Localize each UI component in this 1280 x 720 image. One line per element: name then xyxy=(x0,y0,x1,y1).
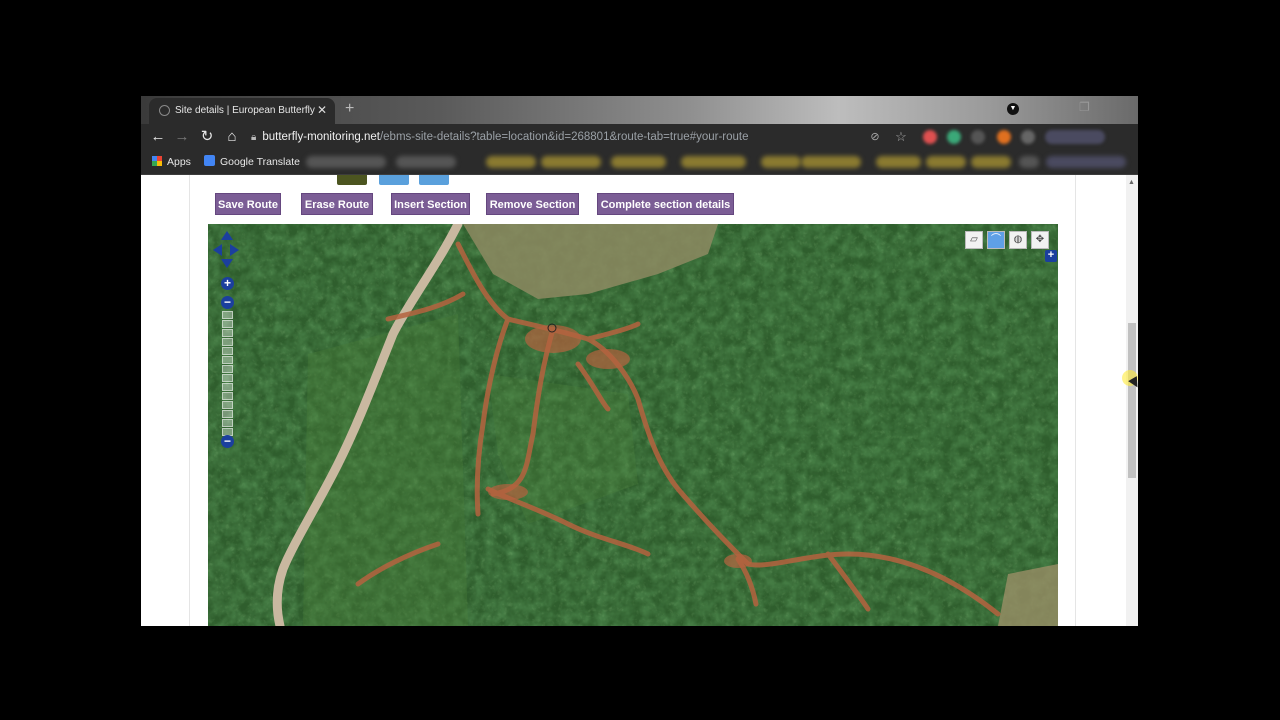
zoom-level[interactable] xyxy=(222,374,233,382)
complete-section-details-button[interactable]: Complete section details xyxy=(597,193,734,215)
zoom-level[interactable] xyxy=(222,401,233,409)
scrolled-control[interactable] xyxy=(379,175,409,185)
back-icon[interactable]: ← xyxy=(148,127,168,147)
bookmark-label: Google Translate xyxy=(220,156,300,168)
star-icon[interactable]: ☆ xyxy=(891,127,911,147)
zoom-level[interactable] xyxy=(222,356,233,364)
draw-line-icon[interactable]: ⌒ xyxy=(987,231,1005,249)
home-icon[interactable]: ⌂ xyxy=(222,127,242,147)
scroll-thumb[interactable] xyxy=(1128,323,1136,478)
tab-favicon-icon xyxy=(159,105,170,116)
zoom-level[interactable] xyxy=(222,347,233,355)
forward-icon[interactable]: → xyxy=(172,127,192,147)
zoom-min-icon[interactable]: − xyxy=(221,435,234,448)
address-bar[interactable]: 🔒︎ butterfly-monitoring.net/ebms-site-det… xyxy=(251,126,859,148)
zoom-level[interactable] xyxy=(222,410,233,418)
translate-icon xyxy=(204,155,215,166)
bookmark-blurred[interactable] xyxy=(1046,156,1126,168)
zoom-level[interactable] xyxy=(222,383,233,391)
draw-toolbar: ▱ ⌒ ◍ ✥ xyxy=(965,231,1053,251)
zoom-level[interactable] xyxy=(222,311,233,319)
bookmark-blurred[interactable] xyxy=(971,156,1011,168)
bookmark-blurred[interactable] xyxy=(486,156,536,168)
erase-route-button[interactable]: Erase Route xyxy=(301,193,373,215)
layer-switcher-icon[interactable]: + xyxy=(1045,250,1057,262)
page-content: Save Route Erase Route Insert Section Re… xyxy=(141,175,1138,626)
zoom-level[interactable] xyxy=(222,338,233,346)
pan-right-icon[interactable] xyxy=(230,244,239,256)
bookmark-apps[interactable]: Apps xyxy=(152,154,191,170)
pan-up-icon[interactable] xyxy=(221,231,233,240)
route-map[interactable]: + − − ▱ ⌒ ◍ ✥ + xyxy=(208,224,1058,626)
bookmark-blurred[interactable] xyxy=(926,156,966,168)
bookmark-blurred[interactable] xyxy=(876,156,921,168)
remove-section-button[interactable]: Remove Section xyxy=(486,193,579,215)
content-border-right xyxy=(1075,175,1076,626)
zoom-out-icon[interactable]: − xyxy=(221,296,234,309)
bookmark-label: Apps xyxy=(167,156,191,168)
zoom-level[interactable] xyxy=(222,329,233,337)
new-tab-icon[interactable]: + xyxy=(345,100,354,118)
bookmark-blurred[interactable] xyxy=(681,156,746,168)
zoom-level[interactable] xyxy=(222,365,233,373)
move-icon[interactable]: ✥ xyxy=(1031,231,1049,249)
close-tab-icon[interactable]: ✕ xyxy=(317,103,327,117)
bookmark-google-translate[interactable]: Google Translate xyxy=(204,154,300,170)
zoom-level[interactable] xyxy=(222,392,233,400)
zoom-level[interactable] xyxy=(222,419,233,427)
profile-button[interactable] xyxy=(1045,130,1105,144)
globe-icon[interactable]: ◍ xyxy=(1009,231,1027,249)
bookmark-blurred[interactable] xyxy=(306,156,386,168)
zoom-in-icon[interactable]: + xyxy=(221,277,234,290)
extension-icon[interactable] xyxy=(997,130,1011,144)
zoom-level[interactable] xyxy=(222,320,233,328)
title-bar: Site details | European Butterfly M ✕ + … xyxy=(141,96,1138,124)
satellite-imagery xyxy=(208,224,1058,626)
profile-dropdown-icon[interactable]: ▼ xyxy=(1007,103,1019,115)
bookmark-blurred[interactable] xyxy=(761,156,801,168)
browser-window: Site details | European Butterfly M ✕ + … xyxy=(141,96,1138,626)
bookmarks-bar: Apps Google Translate xyxy=(141,150,1138,175)
pan-left-icon[interactable] xyxy=(213,244,222,256)
scrolled-control[interactable] xyxy=(337,175,367,185)
pan-down-icon[interactable] xyxy=(221,259,233,268)
lock-icon: 🔒︎ xyxy=(251,132,257,143)
bookmark-blurred[interactable] xyxy=(396,156,456,168)
insert-section-button[interactable]: Insert Section xyxy=(391,193,470,215)
bookmark-blurred[interactable] xyxy=(541,156,601,168)
extension-icon[interactable] xyxy=(971,130,985,144)
page-scrollbar[interactable]: ▲ xyxy=(1126,175,1138,626)
content-border-left xyxy=(189,175,190,626)
apps-grid-icon xyxy=(152,156,162,166)
bookmark-blurred[interactable] xyxy=(801,156,861,168)
restore-window-icon[interactable]: ❐ xyxy=(1079,100,1090,114)
save-route-button[interactable]: Save Route xyxy=(215,193,281,215)
scroll-up-icon[interactable]: ▲ xyxy=(1128,179,1135,186)
browser-toolbar: ← → ↻ ⌂ 🔒︎ butterfly-monitoring.net/ebms-… xyxy=(141,124,1138,150)
navigate-icon[interactable]: ▱ xyxy=(965,231,983,249)
bookmark-blurred[interactable] xyxy=(611,156,666,168)
extension-icon[interactable] xyxy=(1021,130,1035,144)
extension-icon[interactable] xyxy=(947,130,961,144)
extension-icon[interactable] xyxy=(923,130,937,144)
address-host: butterfly-monitoring.net xyxy=(262,131,380,143)
tab-title: Site details | European Butterfly M xyxy=(175,105,315,116)
scrolled-control[interactable] xyxy=(419,175,449,185)
bookmark-blurred[interactable] xyxy=(1019,156,1039,168)
eye-slash-icon[interactable]: ⊘ xyxy=(865,127,885,147)
address-path: /ebms-site-details?table=location&id=268… xyxy=(379,131,749,143)
browser-tab[interactable]: Site details | European Butterfly M ✕ xyxy=(149,98,335,124)
reload-icon[interactable]: ↻ xyxy=(197,127,217,147)
